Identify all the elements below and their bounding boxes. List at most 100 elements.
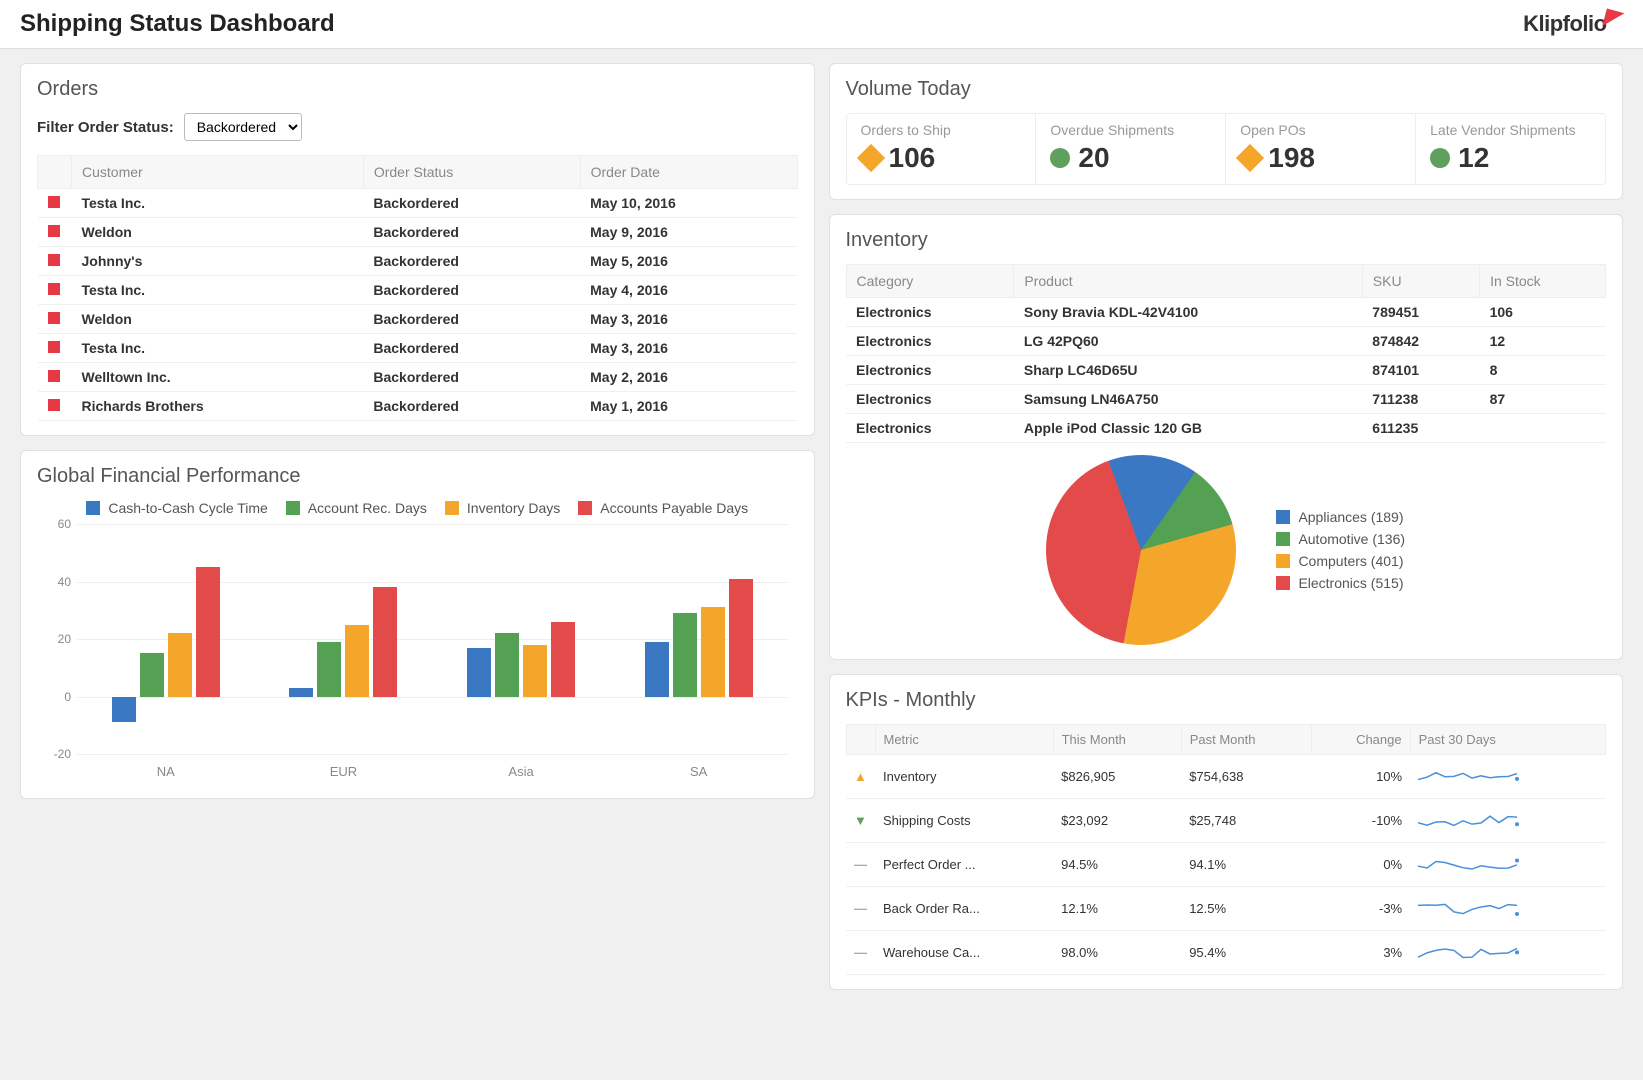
kpi-value: 106 [889,142,936,174]
date-cell: May 3, 2016 [580,334,797,363]
legend-item[interactable]: Accounts Payable Days [578,500,748,516]
orders-panel: Orders Filter Order Status: Backordered … [20,63,815,436]
status-cell: Backordered [363,305,580,334]
kpi-value: 20 [1078,142,1109,174]
table-row[interactable]: ElectronicsApple iPod Classic 120 GB6112… [846,414,1606,443]
status-square-icon [48,225,60,237]
table-row[interactable]: —Warehouse Ca...98.0%95.4%3% [846,931,1606,975]
chart-bar[interactable] [112,697,136,723]
legend-color-icon [1276,554,1290,568]
orders-table: Customer Order Status Order Date Testa I… [37,155,798,421]
legend-item[interactable]: Appliances (189) [1276,509,1405,525]
page-title: Shipping Status Dashboard [20,10,335,38]
chart-bar[interactable] [345,625,369,697]
table-row[interactable]: ElectronicsSony Bravia KDL-42V4100789451… [846,298,1606,327]
legend-item[interactable]: Inventory Days [445,500,560,516]
table-row[interactable]: ElectronicsSamsung LN46A75071123887 [846,385,1606,414]
date-cell: May 2, 2016 [580,363,797,392]
date-cell: May 5, 2016 [580,247,797,276]
legend-color-icon [1276,576,1290,590]
table-row[interactable]: Richards Brothers Backordered May 1, 201… [38,392,798,421]
inventory-pie-chart [1046,455,1236,645]
date-cell: May 10, 2016 [580,189,797,218]
date-cell: May 3, 2016 [580,305,797,334]
kpi-label: Late Vendor Shipments [1430,122,1591,138]
chart-bar[interactable] [673,613,697,696]
customer-cell: Johnny's [72,247,364,276]
status-square-icon [48,312,60,324]
kpi-value: 198 [1268,142,1315,174]
table-row[interactable]: Weldon Backordered May 9, 2016 [38,218,798,247]
chart-bar[interactable] [140,653,164,696]
chart-bar[interactable] [373,587,397,696]
x-axis-label: EUR [255,758,433,784]
kpi-card: Overdue Shipments 20 [1036,114,1226,184]
gfp-chart: -200204060 NAEURAsiaSA [37,524,798,784]
kpis-panel: KPIs - Monthly Metric This Month Past Mo… [829,674,1624,990]
status-cell: Backordered [363,276,580,305]
legend-color-icon [1276,532,1290,546]
table-row[interactable]: ElectronicsLG 42PQ6087484212 [846,327,1606,356]
circle-icon [1050,148,1070,168]
date-cell: May 1, 2016 [580,392,797,421]
table-row[interactable]: Weldon Backordered May 3, 2016 [38,305,798,334]
customer-cell: Weldon [72,218,364,247]
table-row[interactable]: ElectronicsSharp LC46D65U8741018 [846,356,1606,385]
inventory-pie-legend: Appliances (189) Automotive (136) Computer… [1276,509,1405,591]
status-square-icon [48,341,60,353]
legend-item[interactable]: Automotive (136) [1276,531,1405,547]
chart-bar[interactable] [551,622,575,697]
gfp-legend: Cash-to-Cash Cycle Time Account Rec. Days… [37,500,798,516]
table-row[interactable]: Welltown Inc. Backordered May 2, 2016 [38,363,798,392]
chart-bar[interactable] [729,579,753,697]
header: Shipping Status Dashboard Klipfolio◤ [0,0,1643,49]
chart-bar[interactable] [168,633,192,696]
warning-icon: ▲ [854,769,867,784]
table-row[interactable]: ▼Shipping Costs$23,092$25,748-10% [846,799,1606,843]
legend-color-icon [578,501,592,515]
circle-icon [1430,148,1450,168]
table-row[interactable]: —Back Order Ra...12.1%12.5%-3% [846,887,1606,931]
chart-bar[interactable] [289,688,313,697]
chart-bar[interactable] [495,633,519,696]
table-row[interactable]: Johnny's Backordered May 5, 2016 [38,247,798,276]
kpi-value: 12 [1458,142,1489,174]
status-cell: Backordered [363,363,580,392]
customer-cell: Welltown Inc. [72,363,364,392]
kpi-card: Orders to Ship 106 [847,114,1037,184]
status-cell: Backordered [363,218,580,247]
legend-item[interactable]: Cash-to-Cash Cycle Time [86,500,268,516]
table-row[interactable]: Testa Inc. Backordered May 10, 2016 [38,189,798,218]
status-square-icon [48,399,60,411]
status-square-icon [48,283,60,295]
dash-icon: — [854,857,867,872]
order-status-select[interactable]: Backordered [184,113,302,141]
inventory-table: Category Product SKU In Stock Electronic… [846,264,1607,443]
sparkline-icon [1418,762,1526,788]
status-cell: Backordered [363,247,580,276]
status-square-icon [48,370,60,382]
chart-bar[interactable] [701,607,725,696]
status-cell: Backordered [363,189,580,218]
table-row[interactable]: ▲Inventory$826,905$754,63810% [846,755,1606,799]
table-row[interactable]: Testa Inc. Backordered May 4, 2016 [38,276,798,305]
table-row[interactable]: —Perfect Order ...94.5%94.1%0% [846,843,1606,887]
table-row[interactable]: Testa Inc. Backordered May 3, 2016 [38,334,798,363]
gfp-title: Global Financial Performance [37,465,798,488]
x-axis-label: Asia [432,758,610,784]
legend-item[interactable]: Electronics (515) [1276,575,1405,591]
sparkline-icon [1418,850,1526,876]
legend-item[interactable]: Computers (401) [1276,553,1405,569]
legend-color-icon [286,501,300,515]
chart-bar[interactable] [523,645,547,697]
kpis-title: KPIs - Monthly [846,689,1607,712]
dash-icon: — [854,945,867,960]
chart-bar[interactable] [196,567,220,696]
volume-panel: Volume Today Orders to Ship 106Overdue S… [829,63,1624,200]
chart-bar[interactable] [317,642,341,697]
chart-bar[interactable] [645,642,669,697]
legend-item[interactable]: Account Rec. Days [286,500,427,516]
kpi-label: Overdue Shipments [1050,122,1211,138]
chart-bar[interactable] [467,648,491,697]
sparkline-icon [1418,938,1526,964]
